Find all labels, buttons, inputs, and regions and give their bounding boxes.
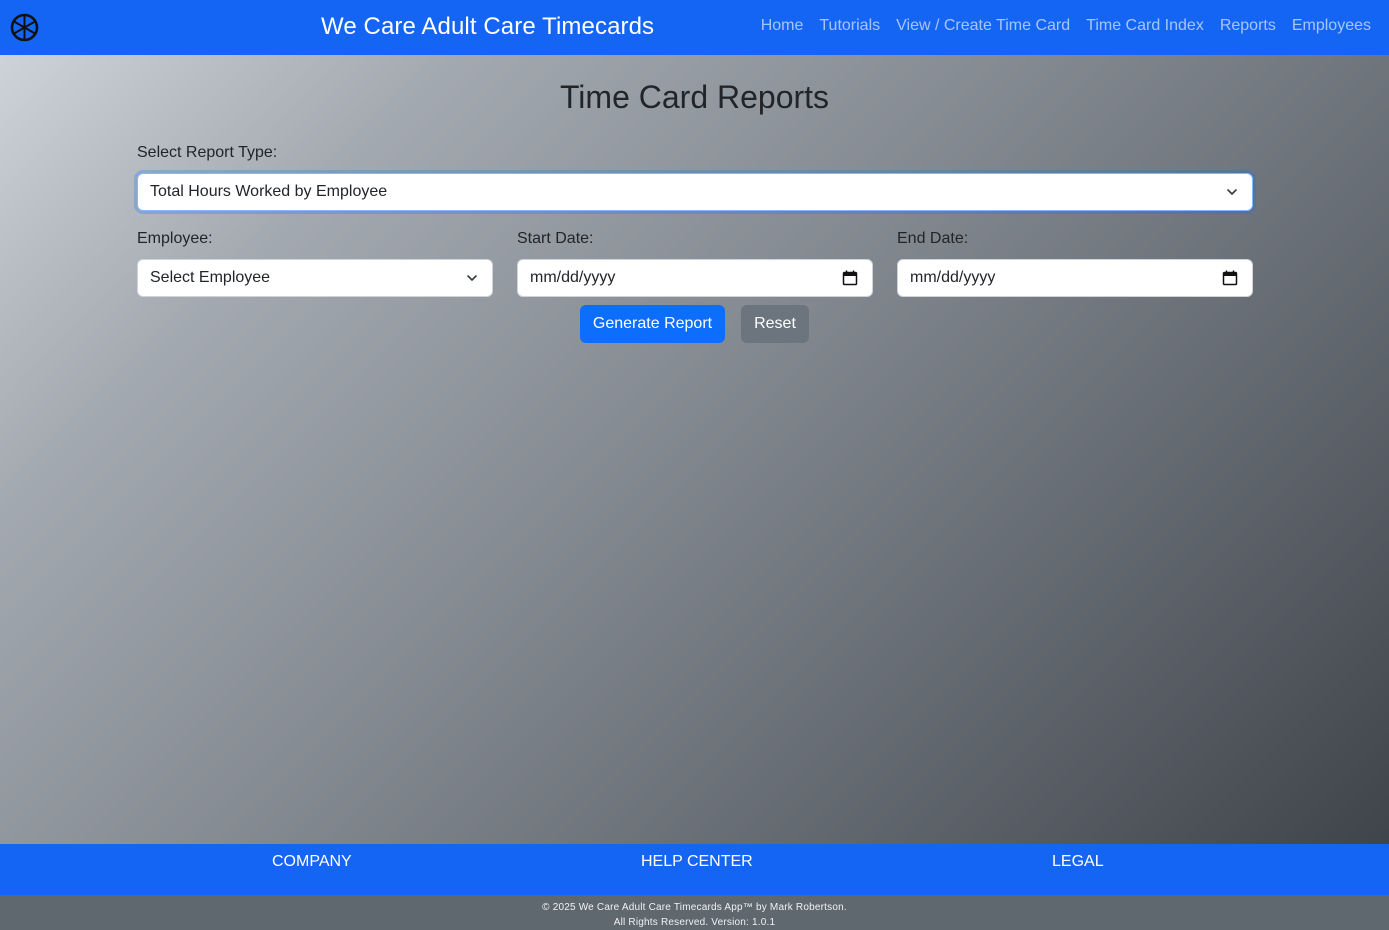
end-date-placeholder: mm/dd/yyyy <box>910 269 996 286</box>
top-navbar: We Care Adult Care Timecards Home Tutori… <box>0 0 1389 55</box>
version-text: All Rights Reserved. Version: 1.0.1 <box>613 917 776 928</box>
page-title: Time Card Reports <box>559 79 830 115</box>
start-date-label: Start Date: <box>517 230 594 247</box>
nav-tutorials[interactable]: Tutorials <box>819 17 880 35</box>
report-type-select[interactable]: Total Hours Worked by Employee <box>137 173 1253 211</box>
start-date-input[interactable]: mm/dd/yyyy <box>517 259 873 297</box>
end-date-input[interactable]: mm/dd/yyyy <box>897 259 1253 297</box>
footer-help-center-link[interactable]: HELP CENTER <box>641 853 753 871</box>
footer-legal-link[interactable]: LEGAL <box>1052 853 1104 871</box>
footer-company-link[interactable]: COMPANY <box>272 853 352 871</box>
calendar-icon[interactable] <box>842 270 858 286</box>
footer-links: COMPANY HELP CENTER LEGAL <box>0 844 1389 895</box>
end-date-label: End Date: <box>897 230 969 247</box>
chevron-down-icon <box>1227 189 1237 195</box>
nav-employees[interactable]: Employees <box>1292 17 1371 35</box>
nav-view-create-time-card[interactable]: View / Create Time Card <box>896 17 1070 35</box>
calendar-icon[interactable] <box>1222 270 1238 286</box>
start-date-placeholder: mm/dd/yyyy <box>530 269 616 286</box>
copyright-bar: © 2025 We Care Adult Care Timecards App™… <box>0 895 1389 930</box>
copyright-text: © 2025 We Care Adult Care Timecards App™… <box>542 902 847 913</box>
wheel-icon[interactable] <box>10 13 39 42</box>
nav-home[interactable]: Home <box>761 17 804 35</box>
report-type-label: Select Report Type: <box>137 144 278 161</box>
employee-value: Select Employee <box>150 269 271 286</box>
nav-reports[interactable]: Reports <box>1220 17 1276 35</box>
main-nav: Home Tutorials View / Create Time Card T… <box>761 17 1371 35</box>
employee-label: Employee: <box>137 230 213 247</box>
app-title[interactable]: We Care Adult Care Timecards <box>321 13 654 41</box>
employee-select[interactable]: Select Employee <box>137 259 493 297</box>
generate-report-button[interactable]: Generate Report <box>580 305 725 343</box>
report-type-value: Total Hours Worked by Employee <box>150 183 388 200</box>
chevron-down-icon <box>467 275 477 281</box>
reset-button[interactable]: Reset <box>741 305 809 343</box>
nav-time-card-index[interactable]: Time Card Index <box>1086 17 1204 35</box>
